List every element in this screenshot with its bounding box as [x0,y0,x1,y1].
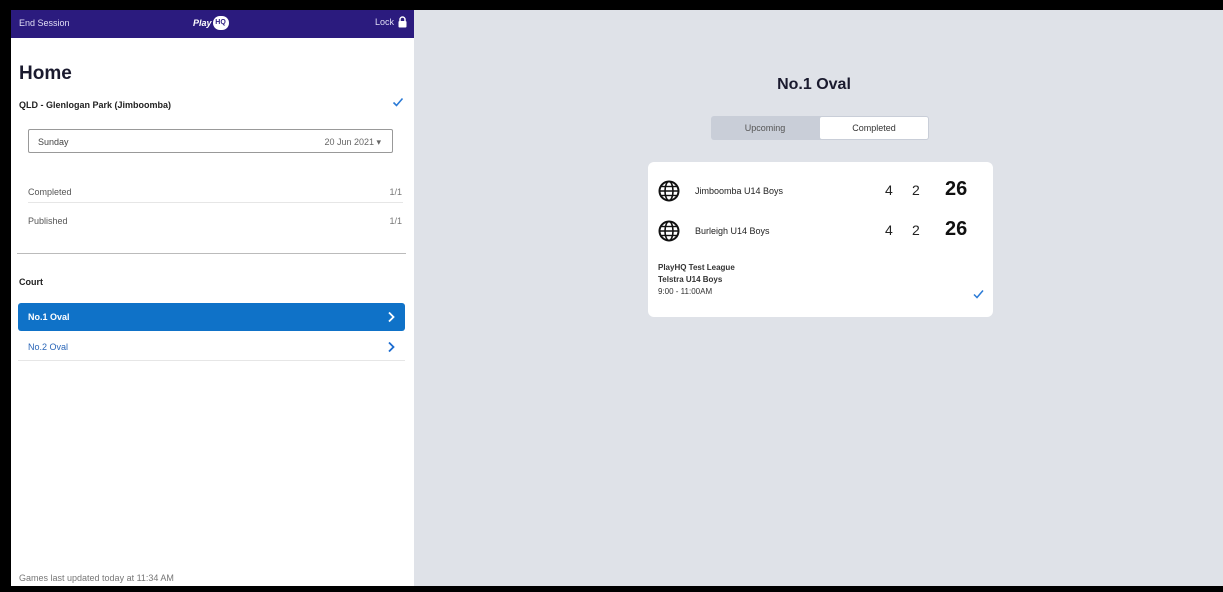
score-1: 4 [885,182,893,198]
stat-value: 1/1 [389,187,402,197]
check-icon [392,97,404,107]
page-title: Home [19,63,72,84]
team-row-home: Jimboomba U14 Boys 4 2 26 [658,178,978,204]
end-session-button[interactable]: End Session [19,18,70,28]
score-total: 26 [945,178,968,200]
court-item-no2-oval[interactable]: No.2 Oval [18,333,405,361]
score-2: 2 [912,182,920,198]
chevron-right-icon [388,311,395,323]
date-select[interactable]: Sunday 20 Jun 2021 ▾ [28,129,393,153]
top-bar: End Session Play HQ Lock [11,10,414,38]
league-name: PlayHQ Test League [658,263,735,272]
check-icon [973,290,984,299]
court-item-label: No.1 Oval [28,312,70,322]
stat-label: Published [28,216,68,226]
game-card[interactable]: Jimboomba U14 Boys 4 2 26 Burleigh U14 B… [648,162,993,317]
status-tabs: Upcoming Completed [711,116,929,140]
last-updated-note: Games last updated today at 11:34 AM [19,573,174,583]
team-name: Jimboomba U14 Boys [695,186,784,196]
team-row-away: Burleigh U14 Boys 4 2 26 [658,218,978,244]
grade-name: Telstra U14 Boys [658,275,723,284]
logo-text: Play [193,18,212,28]
stat-label: Completed [28,187,72,197]
date-select-value: 20 Jun 2021 ▾ [324,137,381,147]
score-1: 4 [885,222,893,238]
lock-icon [398,16,407,28]
lock-label: Lock [374,17,394,27]
tab-upcoming[interactable]: Upcoming [711,116,819,140]
lock-button[interactable]: Lock [375,16,408,28]
game-time: 9:00 - 11:00AM [658,287,713,296]
score-total: 26 [945,218,968,240]
score-2: 2 [912,222,920,238]
section-divider [17,253,406,254]
globe-icon [658,180,680,202]
stat-value: 1/1 [389,216,402,226]
stat-row-completed: Completed 1/1 [28,181,403,209]
court-heading: Court [19,277,43,287]
court-item-label: No.2 Oval [28,342,69,352]
sidebar: End Session Play HQ Lock Home QLD - Glen… [11,10,414,586]
app-window: End Session Play HQ Lock Home QLD - Glen… [11,10,1223,586]
chevron-right-icon [388,341,395,353]
playhq-logo: Play HQ [193,16,229,30]
globe-icon [658,220,680,242]
date-select-day: Sunday [38,137,69,147]
stat-row-published: Published 1/1 [28,210,403,238]
divider [28,202,403,203]
tab-completed[interactable]: Completed [820,117,928,139]
court-item-no1-oval[interactable]: No.1 Oval [18,303,405,331]
logo-badge: HQ [212,16,229,30]
club-name: QLD - Glenlogan Park (Jimboomba) [19,100,172,110]
venue-title: No.1 Oval [777,76,851,93]
team-name: Burleigh U14 Boys [695,226,770,236]
